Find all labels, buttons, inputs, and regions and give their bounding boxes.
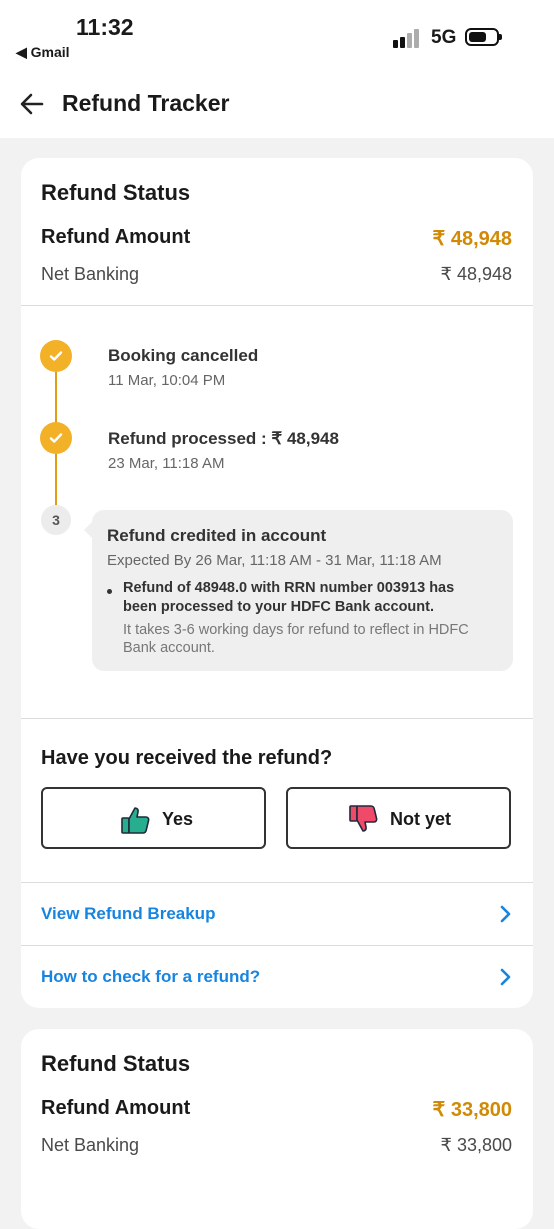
thumbs-up-icon xyxy=(121,807,150,834)
payment-method-value: ₹ 33,800 xyxy=(440,1135,512,1155)
view-refund-breakup-link[interactable]: View Refund Breakup xyxy=(41,904,215,924)
step-title: Refund processed : ₹ 48,948 xyxy=(108,429,339,448)
divider xyxy=(21,718,533,719)
refund-note: Refund of 48948.0 with RRN number 003913… xyxy=(123,580,455,596)
yes-label: Yes xyxy=(162,809,194,829)
payment-method-value: ₹ 48,948 xyxy=(440,264,512,284)
arrow-left-icon[interactable] xyxy=(18,90,46,118)
refund-question: Have you received the refund? xyxy=(41,747,333,769)
card-heading: Refund Status xyxy=(41,180,191,205)
back-to-gmail[interactable]: ◀ Gmail xyxy=(16,44,70,61)
thumbs-down-icon xyxy=(349,805,378,832)
step-subtitle: 23 Mar, 11:18 AM xyxy=(108,455,225,472)
chevron-right-icon[interactable] xyxy=(498,905,512,923)
step-details-bubble: Refund credited in account Expected By 2… xyxy=(84,510,513,671)
not-yet-button[interactable]: Not yet xyxy=(286,787,511,849)
step-subtitle: Expected By 26 Mar, 11:18 AM - 31 Mar, 1… xyxy=(107,552,442,569)
refund-info: It takes 3-6 working days for refund to … xyxy=(123,622,469,638)
divider xyxy=(21,882,533,883)
check-icon xyxy=(49,433,63,443)
battery-icon xyxy=(465,28,502,46)
step-number: 3 xyxy=(41,505,71,535)
payment-method-label: Net Banking xyxy=(41,264,140,284)
refund-note: been processed to your HDFC Bank account… xyxy=(123,599,435,615)
divider xyxy=(21,945,533,946)
status-time: 11:32 xyxy=(76,14,134,40)
status-bar: 11:32 ◀ Gmail 5G xyxy=(0,0,554,72)
refund-status-card: Refund Status Refund Amount ₹ 48,948 Net… xyxy=(21,158,533,1008)
step-title: Booking cancelled xyxy=(108,346,259,365)
not-yet-label: Not yet xyxy=(390,809,452,829)
refund-amount-label: Refund Amount xyxy=(41,1097,191,1119)
refund-status-card: Refund Status Refund Amount ₹ 33,800 Net… xyxy=(21,1029,533,1229)
signal-icon xyxy=(393,28,421,48)
step-subtitle: 11 Mar, 10:04 PM xyxy=(108,372,226,389)
network-type: 5G xyxy=(431,27,457,48)
payment-method-label: Net Banking xyxy=(41,1135,140,1155)
step-title: Refund credited in account xyxy=(107,526,327,545)
card-heading: Refund Status xyxy=(41,1051,191,1076)
check-icon xyxy=(49,351,63,361)
refund-amount-value: ₹ 48,948 xyxy=(432,228,512,250)
step-done-dot xyxy=(40,340,72,372)
refund-info: Bank account. xyxy=(123,640,215,656)
refund-amount-value: ₹ 33,800 xyxy=(432,1099,512,1121)
app-bar: Refund Tracker xyxy=(0,72,554,138)
refund-amount-label: Refund Amount xyxy=(41,226,191,248)
how-to-check-refund-link[interactable]: How to check for a refund? xyxy=(41,967,260,987)
page-title: Refund Tracker xyxy=(62,90,230,116)
divider xyxy=(21,305,533,306)
chevron-right-icon[interactable] xyxy=(498,968,512,986)
yes-button[interactable]: Yes xyxy=(41,787,266,849)
step-done-dot xyxy=(40,422,72,454)
bullet xyxy=(107,589,112,594)
